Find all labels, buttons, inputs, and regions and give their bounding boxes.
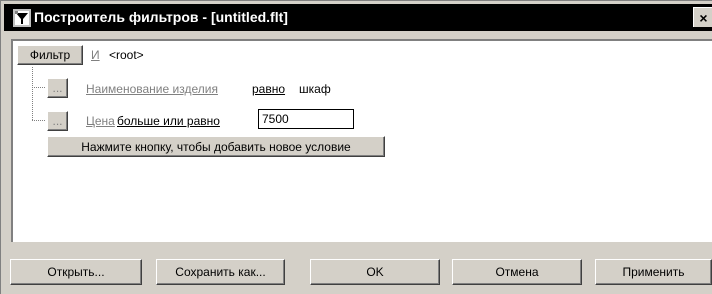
apply-button[interactable]: Применить — [595, 259, 712, 285]
condition-2-menu-button[interactable]: ... — [47, 111, 68, 131]
filter-tree-panel: Фильтр И <root> ... Наименование изделия… — [11, 39, 712, 242]
tree-connector-branch-1 — [32, 87, 46, 88]
add-condition-button[interactable]: Нажмите кнопку, чтобы добавить новое усл… — [47, 136, 385, 157]
condition-1-field[interactable]: Наименование изделия — [86, 82, 218, 96]
filter-button[interactable]: Фильтр — [17, 45, 83, 65]
cancel-button[interactable]: Отмена — [452, 259, 582, 285]
open-button[interactable]: Открыть... — [10, 259, 142, 285]
condition-1-operator[interactable]: равно — [252, 82, 285, 96]
condition-1-value[interactable]: шкаф — [299, 82, 331, 96]
condition-2-field[interactable]: Цена — [86, 114, 115, 128]
operator-link[interactable]: И — [91, 48, 100, 62]
root-label: <root> — [109, 48, 144, 62]
filter-app-icon — [13, 9, 31, 27]
filter-builder-window: Построитель фильтров - [untitled.flt] × … — [0, 0, 712, 294]
tree-connector-vertical — [32, 67, 33, 121]
condition-1-menu-button[interactable]: ... — [47, 78, 68, 98]
close-button[interactable]: × — [693, 7, 712, 27]
window-title: Построитель фильтров - [untitled.flt] — [34, 9, 288, 25]
save-as-button[interactable]: Сохранить как... — [156, 259, 285, 285]
condition-2-value-input[interactable] — [258, 109, 354, 129]
tree-connector-branch-2 — [32, 120, 46, 121]
title-bar[interactable]: Построитель фильтров - [untitled.flt] × — [4, 4, 712, 31]
ok-button[interactable]: OK — [310, 259, 440, 285]
condition-2-operator[interactable]: больше или равно — [117, 114, 220, 128]
